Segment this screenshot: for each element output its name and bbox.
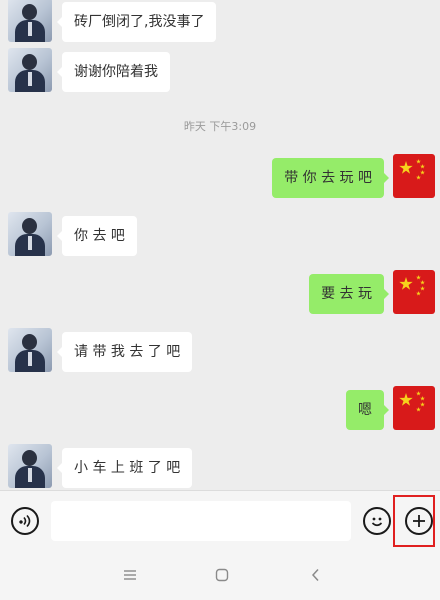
contact-avatar[interactable] <box>8 48 52 92</box>
home-icon[interactable] <box>214 567 230 583</box>
emoji-icon[interactable] <box>363 507 391 535</box>
message-row-outgoing: 带 你 去 玩 吧 <box>0 154 440 202</box>
message-timestamp: 昨天 下午3:09 <box>183 120 257 133</box>
contact-avatar[interactable] <box>8 0 52 42</box>
message-row-incoming: 谢谢你陪着我 <box>0 48 440 96</box>
chat-screen: 砖厂倒闭了,我没事了 谢谢你陪着我 昨天 下午3:09 带 你 去 玩 吧 你 … <box>0 0 440 600</box>
message-bubble[interactable]: 带 你 去 玩 吧 <box>272 158 389 198</box>
message-bubble[interactable]: 要 去 玩 <box>309 274 389 314</box>
message-text-input[interactable] <box>51 501 351 541</box>
message-row-incoming: 你 去 吧 <box>0 212 440 260</box>
message-bubble[interactable]: 谢谢你陪着我 <box>57 52 170 92</box>
message-row-incoming: 小 车 上 班 了 吧 <box>0 444 440 490</box>
back-icon[interactable] <box>308 567 324 583</box>
chat-message-list[interactable]: 砖厂倒闭了,我没事了 谢谢你陪着我 昨天 下午3:09 带 你 去 玩 吧 你 … <box>0 0 440 490</box>
message-bubble[interactable]: 嗯 <box>346 390 389 430</box>
message-bubble[interactable]: 你 去 吧 <box>57 216 137 256</box>
message-row-outgoing: 要 去 玩 <box>0 270 440 318</box>
message-row-incoming: 请 带 我 去 了 吧 <box>0 328 440 376</box>
plus-button-highlight <box>393 495 435 547</box>
voice-icon[interactable] <box>11 507 39 535</box>
message-input-bar <box>0 490 440 550</box>
message-row-incoming: 砖厂倒闭了,我没事了 <box>0 0 440 46</box>
menu-icon[interactable] <box>122 567 138 583</box>
contact-avatar[interactable] <box>8 328 52 372</box>
contact-avatar[interactable] <box>8 212 52 256</box>
my-avatar[interactable] <box>393 154 435 198</box>
message-row-outgoing: 嗯 <box>0 386 440 434</box>
message-bubble[interactable]: 砖厂倒闭了,我没事了 <box>56 2 217 42</box>
my-avatar[interactable] <box>393 270 435 314</box>
system-navigation-bar <box>0 550 440 600</box>
message-bubble[interactable]: 小 车 上 班 了 吧 <box>56 448 193 488</box>
message-bubble[interactable]: 请 带 我 去 了 吧 <box>56 332 193 372</box>
contact-avatar[interactable] <box>8 444 52 488</box>
my-avatar[interactable] <box>393 386 435 430</box>
